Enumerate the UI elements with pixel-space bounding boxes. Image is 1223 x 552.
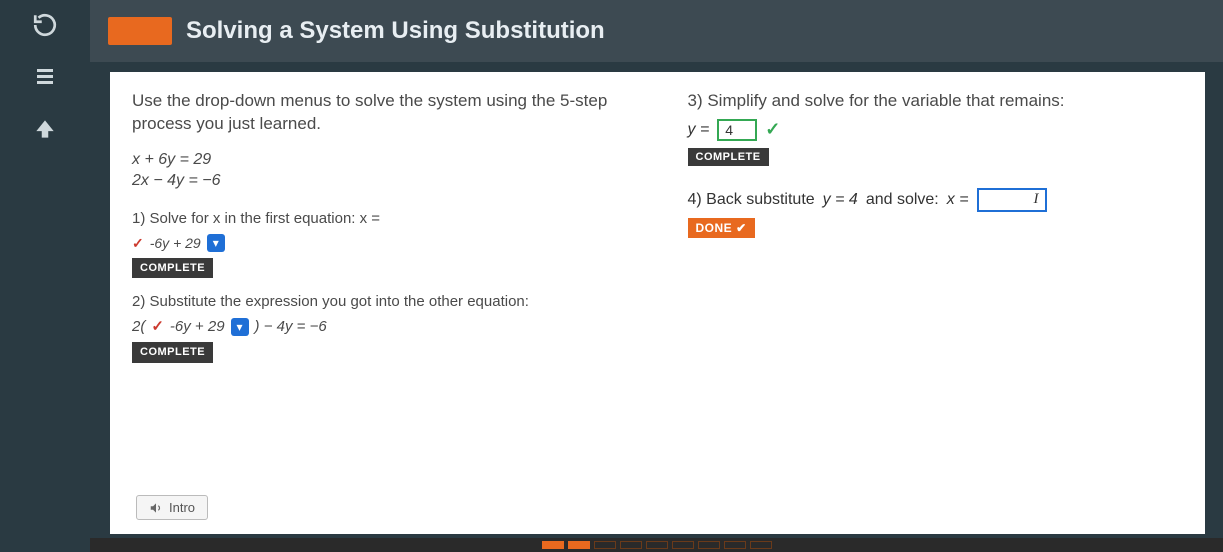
check-icon: ✓ bbox=[765, 119, 780, 140]
dropdown-icon[interactable]: ▾ bbox=[207, 234, 225, 252]
progress-seg[interactable] bbox=[542, 541, 564, 549]
step-1-label: 1) Solve for x in the first equation: x … bbox=[132, 210, 380, 227]
step-2-expr-row: 2( ✓ -6y + 29 ▾ ) − 4y = −6 bbox=[132, 317, 628, 337]
step-4-label-a: 4) Back substitute bbox=[688, 191, 815, 209]
step-2-post: ) − 4y = −6 bbox=[255, 317, 327, 337]
up-arrow-icon[interactable] bbox=[28, 112, 62, 146]
lesson-chip bbox=[108, 17, 172, 45]
step-3-var: y = bbox=[688, 121, 710, 139]
content-panel: Use the drop-down menus to solve the sys… bbox=[110, 72, 1205, 534]
done-badge[interactable]: DONE ✔ bbox=[688, 218, 755, 238]
complete-badge-3: COMPLETE bbox=[688, 148, 769, 166]
complete-badge-2: COMPLETE bbox=[132, 342, 213, 363]
step-2: 2) Substitute the expression you got int… bbox=[132, 292, 628, 362]
step-4-input[interactable]: I bbox=[977, 188, 1047, 212]
progress-seg[interactable] bbox=[646, 541, 668, 549]
step-4-label-b: y = 4 bbox=[823, 191, 858, 209]
header-bar: Solving a System Using Substitution bbox=[90, 0, 1223, 62]
progress-seg[interactable] bbox=[698, 541, 720, 549]
progress-seg[interactable] bbox=[724, 541, 746, 549]
left-rail bbox=[0, 0, 90, 552]
refresh-icon[interactable] bbox=[28, 8, 62, 42]
intro-label: Intro bbox=[169, 500, 195, 515]
done-label: DONE bbox=[696, 221, 733, 235]
step-3-value: 4 bbox=[725, 122, 733, 138]
check-icon: ✔ bbox=[736, 221, 747, 235]
list-icon[interactable] bbox=[28, 60, 62, 94]
dropdown-icon[interactable]: ▾ bbox=[231, 318, 249, 336]
equation-2: 2x − 4y = −6 bbox=[132, 171, 628, 192]
intro-button[interactable]: Intro bbox=[136, 495, 208, 520]
step-3-value-box[interactable]: 4 bbox=[717, 119, 757, 141]
equation-1: x + 6y = 29 bbox=[132, 150, 628, 171]
step-1: 1) Solve for x in the first equation: x … bbox=[132, 209, 628, 278]
complete-badge-1: COMPLETE bbox=[132, 258, 213, 279]
left-column: Use the drop-down menus to solve the sys… bbox=[132, 90, 658, 524]
step-4-row: 4) Back substitute y = 4 and solve: x = … bbox=[688, 188, 1184, 212]
speaker-icon bbox=[149, 501, 163, 515]
progress-seg[interactable] bbox=[620, 541, 642, 549]
right-column: 3) Simplify and solve for the variable t… bbox=[658, 90, 1184, 524]
check-icon: ✓ bbox=[151, 317, 164, 337]
progress-seg[interactable] bbox=[750, 541, 772, 549]
progress-seg[interactable] bbox=[568, 541, 590, 549]
progress-strip bbox=[90, 538, 1223, 552]
step-4-label-c: and solve: bbox=[866, 191, 939, 209]
progress-seg[interactable] bbox=[672, 541, 694, 549]
step-4-var: x = bbox=[947, 191, 969, 209]
progress-seg[interactable] bbox=[594, 541, 616, 549]
system-equations: x + 6y = 29 2x − 4y = −6 bbox=[132, 150, 628, 192]
check-icon: ✓ bbox=[132, 234, 144, 253]
step-1-answer-row: ✓ -6y + 29 ▾ bbox=[132, 234, 628, 253]
page-title: Solving a System Using Substitution bbox=[186, 17, 605, 45]
step-3-label: 3) Simplify and solve for the variable t… bbox=[688, 90, 1184, 113]
step-1-answer: -6y + 29 bbox=[150, 234, 201, 253]
step-2-answer: -6y + 29 bbox=[170, 317, 225, 337]
step-3-row: y = 4 ✓ bbox=[688, 119, 1184, 141]
step-2-label: 2) Substitute the expression you got int… bbox=[132, 293, 529, 310]
instructions-text: Use the drop-down menus to solve the sys… bbox=[132, 90, 628, 136]
step-2-pre: 2( bbox=[132, 317, 145, 337]
